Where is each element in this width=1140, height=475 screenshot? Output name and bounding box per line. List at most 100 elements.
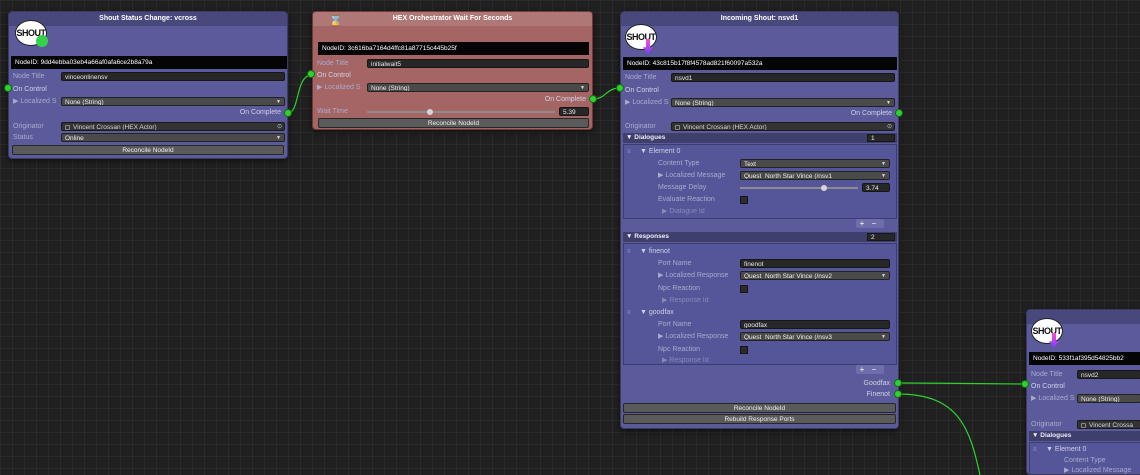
evaluate-reaction-label: Evaluate Reaction [658, 196, 715, 203]
element-foldout[interactable]: ▼ Element 0 [1046, 445, 1086, 455]
wire-finenot-out [897, 393, 981, 475]
shout-status-change-node[interactable]: Shout Status Change: vcross SHOUT NodeID… [8, 11, 288, 159]
originator-object-field[interactable]: Vincent Crossan (HEX Actor) ⊙ [61, 122, 285, 131]
dropdown-caret-icon: ▼ [881, 173, 886, 179]
dialogue-id-foldout[interactable]: ▶ Dialogue Id [662, 207, 705, 217]
on-complete-output-port[interactable] [284, 109, 292, 117]
incoming-shout-node-partial[interactable]: SHOUT NodeID: 533f1af395d54825bb2 Node T… [1026, 309, 1140, 475]
localized-response-foldout[interactable]: ▶ Localized Response [658, 332, 728, 342]
originator-object-field[interactable]: Vincent Crossan (HEX Actor) ⊙ [671, 122, 895, 131]
on-control-label: On Control [625, 87, 659, 94]
localized-message-dropdown[interactable]: Quest_North Star Vince (/nsv1 ▼ [740, 171, 890, 180]
drag-handle-icon[interactable]: ≡ [627, 247, 631, 257]
rebuild-response-ports-button[interactable]: Rebuild Response Ports [623, 414, 896, 424]
localized-message-foldout[interactable]: ▶ Localized Message [658, 171, 725, 181]
object-icon [65, 125, 70, 130]
port-name-label: Port Name [658, 260, 692, 267]
shout-logo-icon: SHOUT [15, 20, 48, 47]
localized-response-foldout[interactable]: ▶ Localized Response [658, 271, 728, 281]
npc-reaction-checkbox[interactable] [740, 346, 748, 354]
port-name-input[interactable]: goodfax [740, 320, 890, 329]
node-id: NodeID: 43c815b17f8f4578ad821f60097a532a [623, 57, 897, 70]
object-icon [1081, 423, 1086, 428]
localized-response-dropdown[interactable]: Quest_North Star Vince (/nsv3 ▼ [740, 332, 890, 341]
reconcile-nodeid-button[interactable]: Reconcile NodeId [318, 118, 589, 128]
on-complete-output-port[interactable] [589, 95, 597, 103]
response-foldout[interactable]: ▼ goodfax [640, 308, 674, 318]
node-title-input[interactable]: initialwait5 [367, 59, 589, 68]
node-title-label: Node Title [1031, 371, 1063, 378]
localized-foldout[interactable]: ▶ Localized S [13, 97, 57, 107]
slider-knob[interactable] [427, 109, 433, 115]
foldout-arrow-icon: ▼ [1032, 432, 1041, 439]
node-title-input[interactable]: nsvd2 [1077, 370, 1140, 379]
on-control-label: On Control [13, 86, 47, 93]
evaluate-reaction-checkbox[interactable] [740, 196, 748, 204]
wait-time-slider[interactable] [367, 107, 555, 117]
element-foldout[interactable]: ▼ Element 0 [640, 147, 680, 157]
drag-handle-icon[interactable]: ≡ [627, 147, 631, 157]
response-id-foldout[interactable]: ▶ Response Id [662, 356, 709, 366]
object-picker-icon[interactable]: ⊙ [277, 123, 282, 130]
foldout-arrow-icon: ▼ [626, 233, 635, 240]
message-delay-slider[interactable] [740, 183, 858, 193]
finenot-output-port[interactable] [894, 390, 902, 398]
goodfax-output-port[interactable] [894, 379, 902, 387]
minus-icon[interactable]: − [868, 219, 880, 228]
slider-track [367, 111, 555, 113]
foldout-arrow-icon: ▼ [640, 248, 649, 255]
wire-node1-to-node2 [287, 74, 313, 114]
localized-foldout[interactable]: ▶ Localized S [625, 98, 669, 108]
localized-foldout[interactable]: ▶ Localized S [317, 83, 361, 93]
localized-string-dropdown[interactable]: None (String) ▼ [367, 83, 589, 92]
wait-time-input[interactable]: 5.39 [559, 107, 589, 116]
node-header[interactable]: Incoming Shout: nsvd1 [621, 12, 898, 26]
on-control-input-port[interactable] [307, 70, 315, 78]
drag-handle-icon[interactable]: ≡ [1033, 445, 1037, 455]
content-type-dropdown[interactable]: Text ▼ [740, 159, 890, 168]
on-control-input-port[interactable] [4, 84, 12, 92]
response-id-foldout[interactable]: ▶ Response Id [662, 296, 709, 306]
dialogues-foldout[interactable]: ▼ Dialogues [1029, 431, 1140, 441]
responses-foldout[interactable]: ▼ Responses 2 [623, 232, 897, 242]
on-control-input-port[interactable] [616, 84, 624, 92]
node-title-input[interactable]: nsvd1 [671, 73, 895, 82]
slider-knob[interactable] [821, 185, 827, 191]
originator-object-field[interactable]: Vincent Crossa [1077, 420, 1140, 429]
on-control-input-port[interactable] [1021, 380, 1029, 388]
status-dropdown[interactable]: Online ▼ [61, 133, 285, 142]
npc-reaction-checkbox[interactable] [740, 285, 748, 293]
object-picker-icon[interactable]: ⊙ [887, 123, 892, 130]
node-title-input[interactable]: vinceonlinensv [61, 72, 285, 81]
finenot-port-label: Finenot [866, 391, 890, 398]
responses-list: ≡ ▼ finenot Port Name finenot ▶ Localize… [623, 243, 897, 365]
message-delay-input[interactable]: 3.74 [862, 183, 890, 192]
response-foldout[interactable]: ▼ finenot [640, 247, 670, 257]
localized-foldout[interactable]: ▶ Localized S [1031, 394, 1075, 404]
responses-count-field[interactable]: 2 [867, 233, 895, 241]
on-control-label: On Control [317, 72, 351, 79]
plus-icon[interactable]: + [856, 219, 868, 228]
node-header[interactable]: HEX Orchestrator Wait For Seconds [313, 12, 592, 26]
localized-string-dropdown[interactable]: None (String) ▼ [61, 97, 285, 106]
incoming-shout-node[interactable]: Incoming Shout: nsvd1 SHOUT NodeID: 43c8… [620, 11, 899, 429]
node-id: NodeID: 9dd4ebba03eb4a66af0afa6ce2b8a79a [11, 56, 287, 69]
originator-label: Originator [13, 123, 44, 130]
plus-icon[interactable]: + [856, 365, 868, 374]
minus-icon[interactable]: − [868, 365, 880, 374]
reconcile-nodeid-button[interactable]: Reconcile NodeId [623, 403, 896, 413]
port-name-input[interactable]: finenot [740, 259, 890, 268]
localized-string-dropdown[interactable]: None (String) ▼ [671, 98, 895, 107]
dialogues-foldout[interactable]: ▼ Dialogues 1 [623, 133, 897, 143]
drag-handle-icon[interactable]: ≡ [627, 308, 631, 318]
dialogues-count-field[interactable]: 1 [867, 134, 895, 142]
localized-string-dropdown[interactable]: None (String) [1077, 394, 1140, 403]
localized-message-foldout[interactable]: ▶ Localized Message [1064, 466, 1131, 474]
dialogues-list: ≡ ▼ Element 0 Content Type Text ▼ ▶ Local… [623, 144, 897, 219]
node-header[interactable]: Shout Status Change: vcross [9, 12, 287, 26]
wait-for-seconds-node[interactable]: HEX Orchestrator Wait For Seconds ⌛ Node… [312, 11, 593, 130]
on-complete-label: On Complete [239, 109, 281, 116]
reconcile-nodeid-button[interactable]: Reconcile NodeId [12, 145, 284, 155]
on-complete-output-port[interactable] [895, 109, 903, 117]
localized-response-dropdown[interactable]: Quest_North Star Vince (/nsv2 ▼ [740, 271, 890, 280]
